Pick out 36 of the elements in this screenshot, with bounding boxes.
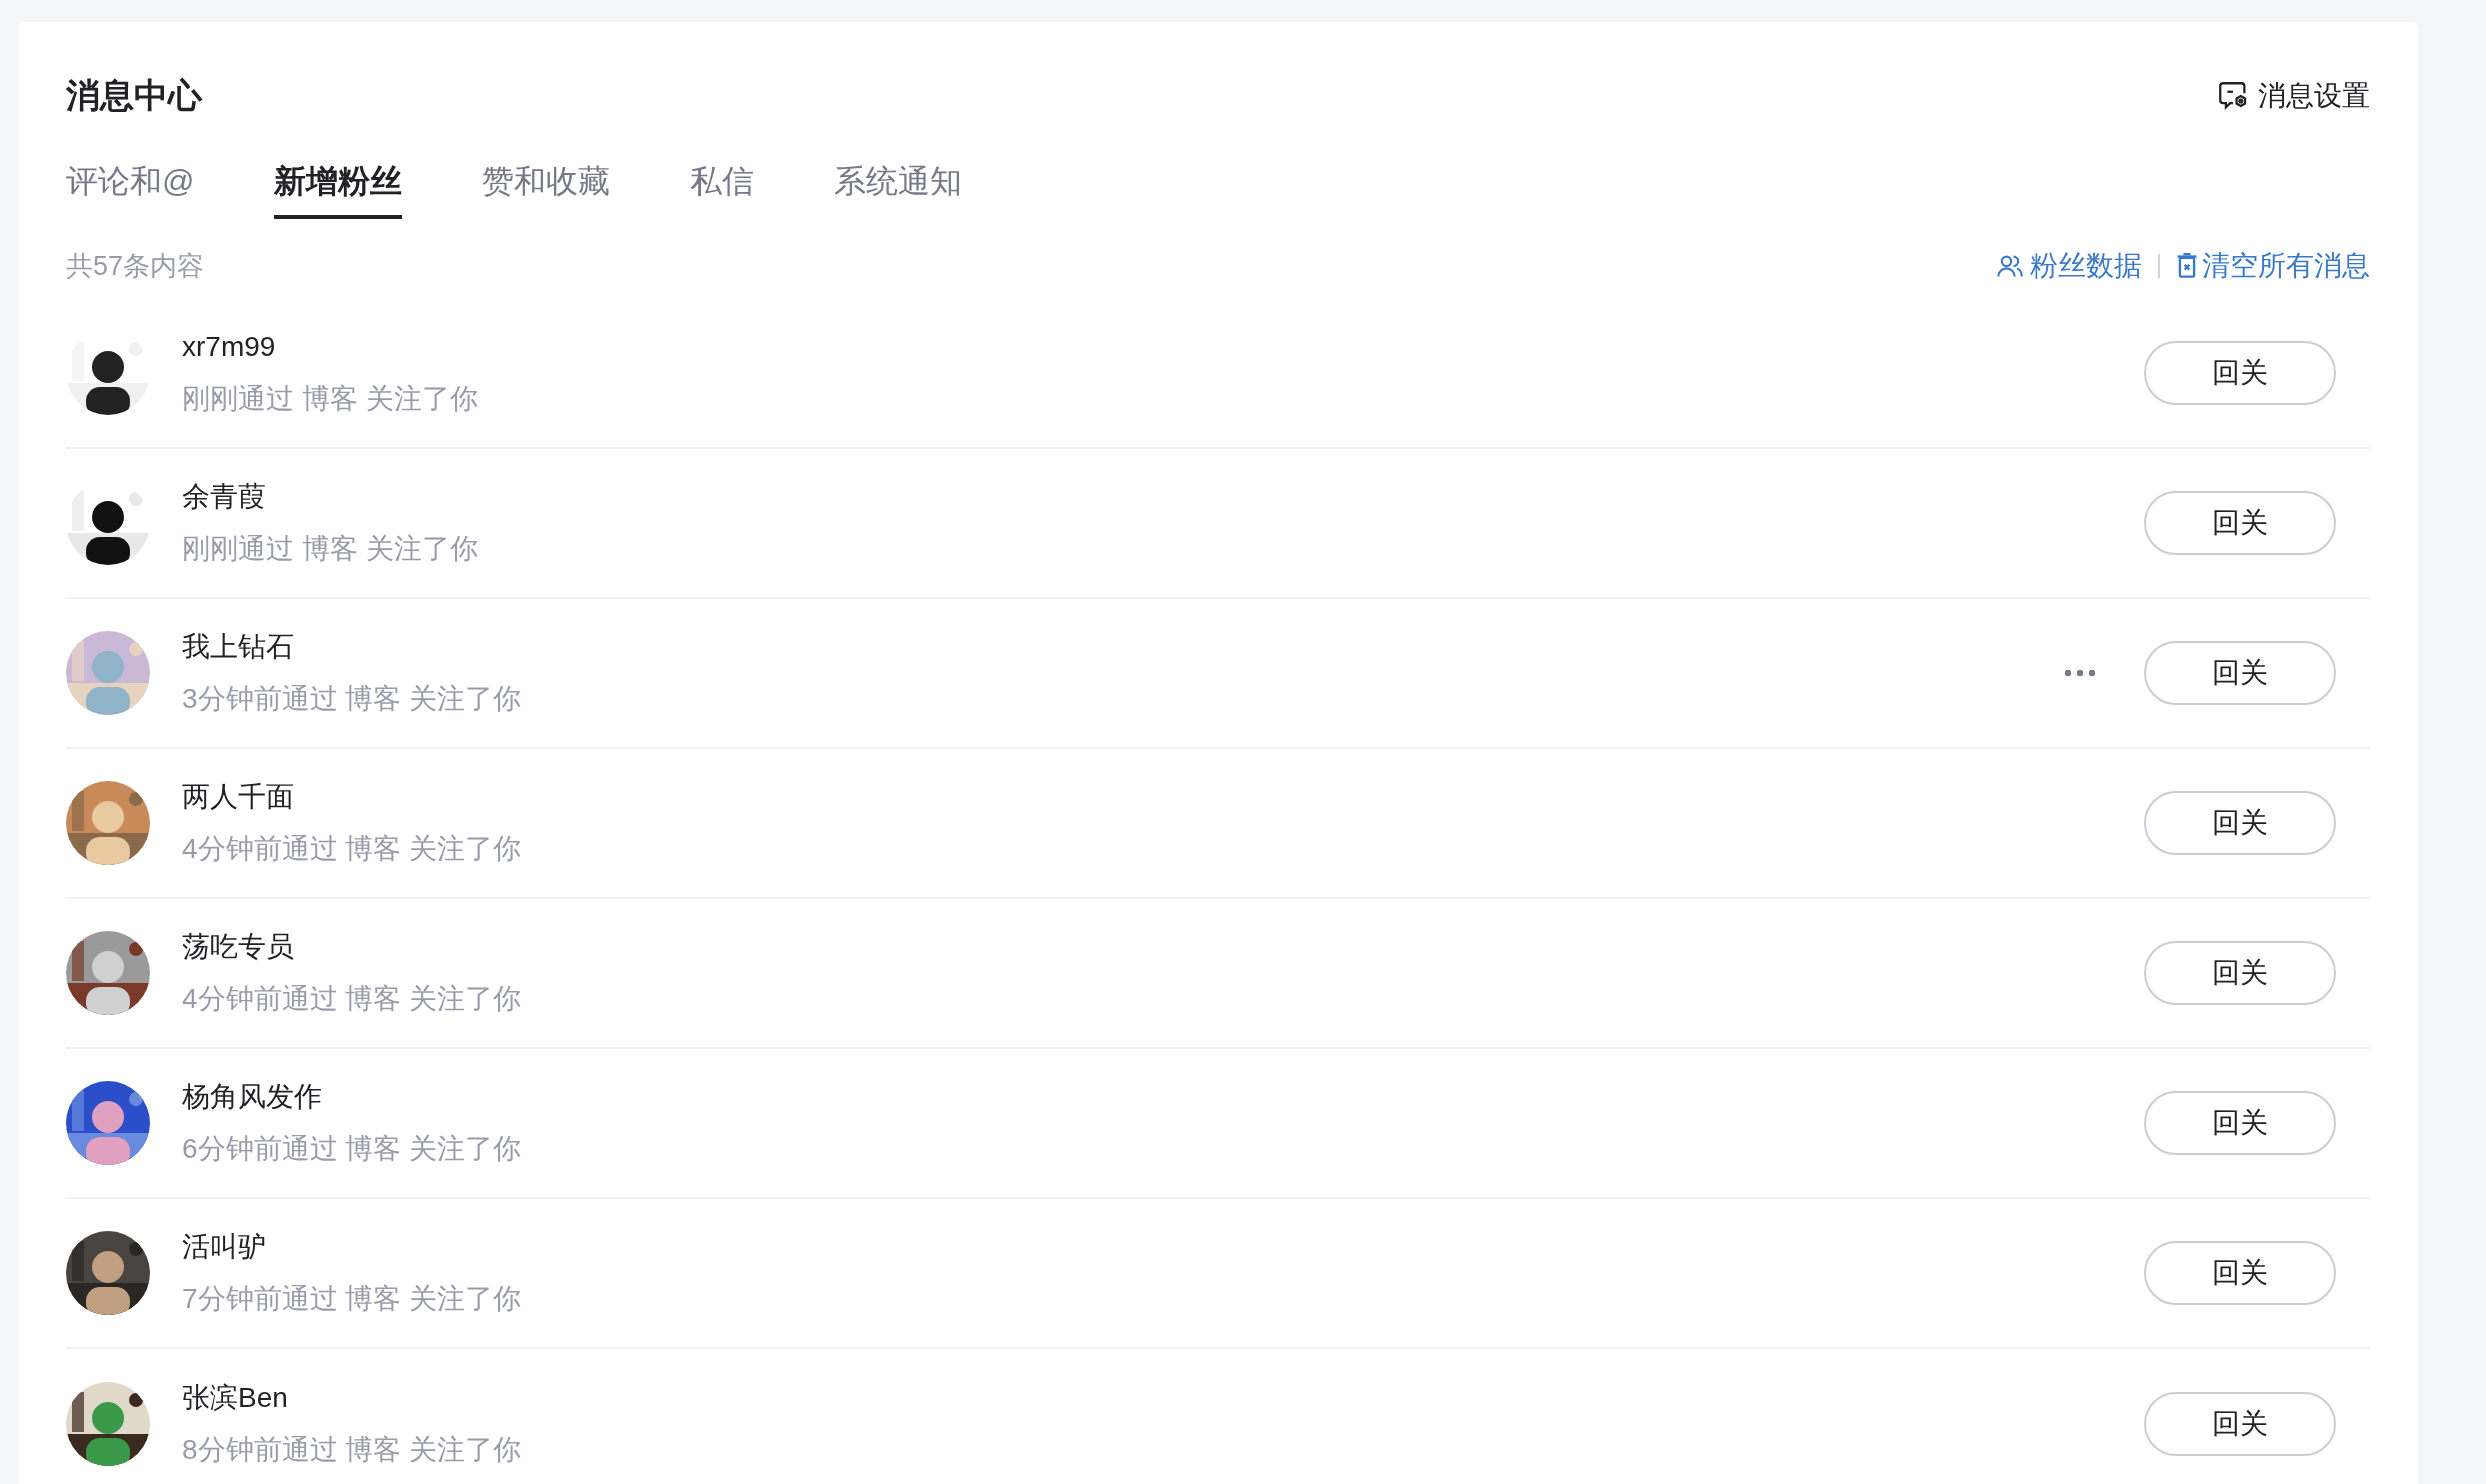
follower-name: xr7m99 bbox=[182, 330, 277, 364]
follower-name: 活叫驴 bbox=[182, 1230, 267, 1264]
clear-messages-link[interactable]: 清空所有消息 bbox=[2176, 245, 2370, 287]
item-count: 共57条内容 bbox=[66, 249, 205, 283]
tab[interactable]: 新增粉丝 bbox=[274, 157, 403, 219]
more-icon[interactable] bbox=[2064, 669, 2096, 677]
follow-back-button[interactable]: 回关 bbox=[2144, 1241, 2336, 1305]
follower-name: 张滨Ben bbox=[182, 1381, 289, 1415]
follower-name: 我上钻石 bbox=[182, 630, 295, 664]
follow-back-button[interactable]: 回关 bbox=[2144, 791, 2336, 855]
follow-back-button[interactable]: 回关 bbox=[2144, 491, 2336, 555]
tab[interactable]: 系统通知 bbox=[834, 157, 963, 219]
follow-detail: 4分钟前通过 博客 关注了你 bbox=[182, 982, 523, 1016]
follow-back-button[interactable]: 回关 bbox=[2144, 1392, 2336, 1456]
follow-detail: 8分钟前通过 博客 关注了你 bbox=[182, 1433, 523, 1467]
follower-name: 杨角风发作 bbox=[182, 1080, 323, 1114]
follower-name: 荡吃专员 bbox=[182, 930, 295, 964]
follow-back-button[interactable]: 回关 bbox=[2144, 341, 2336, 405]
settings-link[interactable]: 消息设置 bbox=[2216, 74, 2370, 117]
follow-detail: 刚刚通过 博客 关注了你 bbox=[182, 382, 479, 416]
follow-detail: 3分钟前通过 博客 关注了你 bbox=[182, 682, 523, 716]
follow-back-button[interactable]: 回关 bbox=[2144, 1091, 2336, 1155]
tab[interactable]: 评论和@ bbox=[66, 157, 195, 219]
follow-detail: 7分钟前通过 博客 关注了你 bbox=[182, 1282, 523, 1316]
page-title: 消息中心 bbox=[66, 75, 202, 116]
follow-detail: 6分钟前通过 博客 关注了你 bbox=[182, 1132, 523, 1166]
follower-name: 两人千面 bbox=[182, 780, 295, 814]
follow-detail: 4分钟前通过 博客 关注了你 bbox=[182, 832, 523, 866]
fan-data-link[interactable]: 粉丝数据 bbox=[1996, 245, 2142, 287]
follow-back-button[interactable]: 回关 bbox=[2144, 641, 2336, 705]
follow-back-button[interactable]: 回关 bbox=[2144, 941, 2336, 1005]
follower-name: 余青葭 bbox=[182, 480, 267, 514]
trash-icon bbox=[2176, 253, 2198, 279]
follow-detail: 刚刚通过 博客 关注了你 bbox=[182, 532, 479, 566]
tab[interactable]: 私信 bbox=[690, 157, 755, 219]
tab[interactable]: 赞和收藏 bbox=[482, 157, 611, 219]
